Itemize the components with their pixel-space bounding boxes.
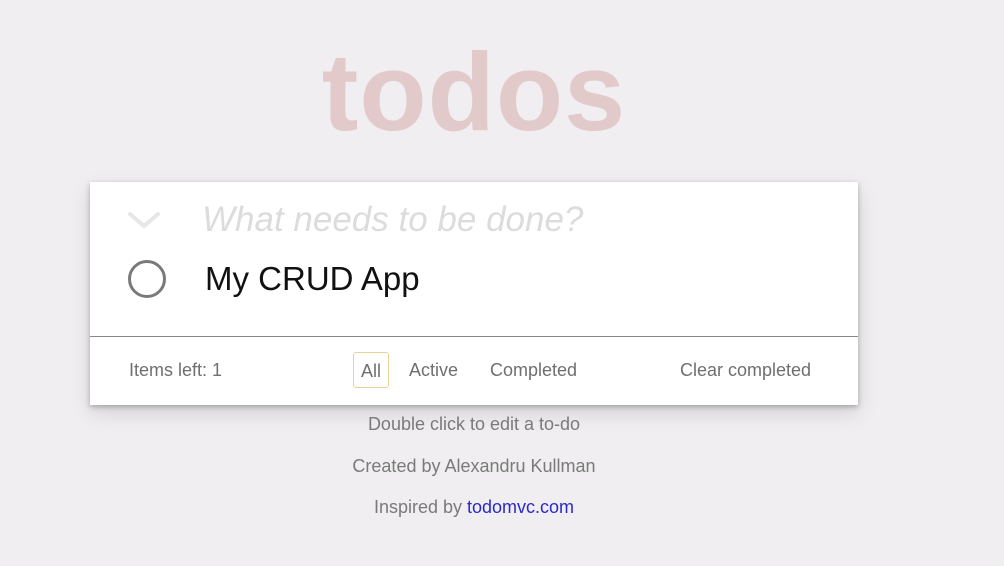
clear-completed-button[interactable]: Clear completed bbox=[680, 360, 811, 381]
todomvc-link[interactable]: todomvc.com bbox=[467, 497, 574, 517]
new-todo-input[interactable] bbox=[202, 196, 822, 244]
app-title: todos bbox=[321, 31, 627, 154]
todo-complete-checkbox[interactable] bbox=[128, 260, 166, 298]
todo-item-label[interactable]: My CRUD App bbox=[205, 259, 420, 299]
filter-completed[interactable]: Completed bbox=[483, 352, 584, 388]
inspired-line: Inspired by todomvc.com bbox=[0, 497, 948, 518]
items-left-count: Items left: 1 bbox=[129, 360, 223, 380]
todo-app: My CRUD App Items left: 1 All Active Com… bbox=[90, 182, 858, 405]
inspired-prefix: Inspired by bbox=[373, 497, 467, 517]
filter-all[interactable]: All bbox=[353, 352, 390, 388]
chevron-down-icon bbox=[128, 212, 160, 228]
filter-active[interactable]: Active bbox=[402, 352, 465, 388]
new-todo-row bbox=[90, 182, 858, 258]
edit-hint: Double click to edit a to-do bbox=[367, 414, 581, 434]
todo-item[interactable]: My CRUD App bbox=[90, 258, 858, 336]
todo-footer: Items left: 1 All Active Completed Clear… bbox=[90, 336, 858, 405]
credit-text: Created by Alexandru Kullman bbox=[352, 456, 596, 476]
toggle-all-button[interactable] bbox=[126, 204, 164, 236]
